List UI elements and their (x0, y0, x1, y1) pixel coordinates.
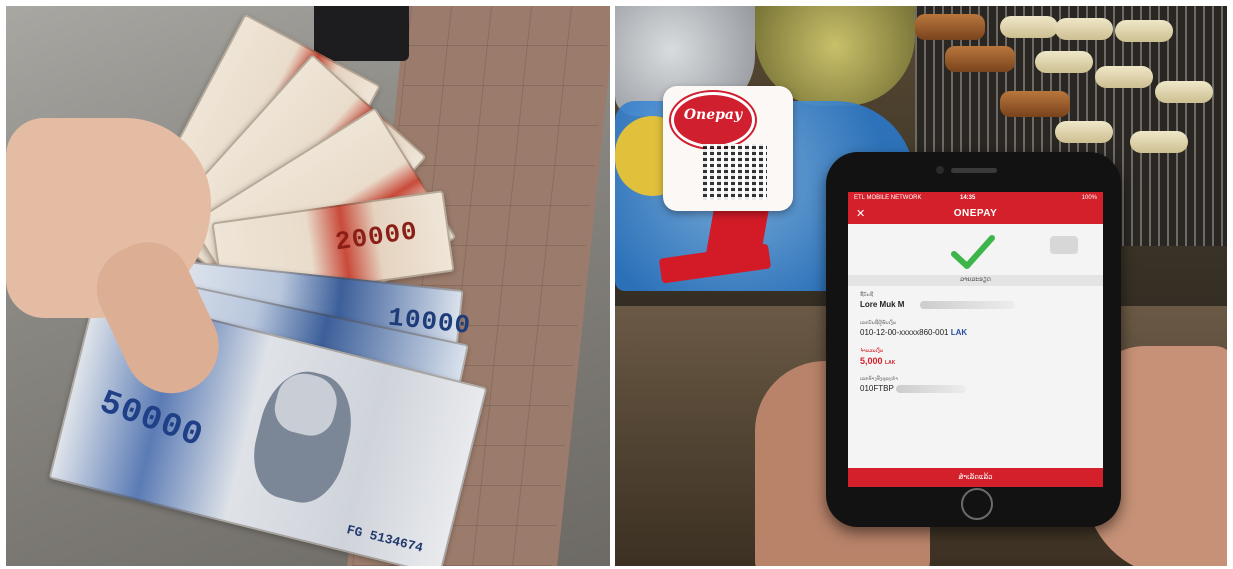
account-number-value: 010-12-00-xxxxx860-001 LAK (860, 328, 968, 337)
grilled-banana (1055, 18, 1113, 40)
carrier-label: ETL MOBILE NETWORK (854, 195, 922, 201)
grilled-banana (1035, 51, 1093, 73)
black-bag (314, 6, 409, 61)
redacted-blur (920, 301, 1015, 309)
grilled-banana (1130, 131, 1188, 153)
grilled-banana (1055, 121, 1113, 143)
redacted-blur (896, 385, 966, 393)
phone-screen: ETL MOBILE NETWORK 14:35 100% ✕ ONEPAY ລ… (848, 192, 1103, 487)
app-header: ✕ ONEPAY (848, 204, 1103, 224)
onepay-photo: Onepay ETL MOBILE NETWORK 14:35 100% ✕ O… (615, 6, 1227, 566)
grilled-meat (915, 14, 985, 40)
battery-level: 100% (1081, 195, 1097, 201)
clock: 14:35 (960, 195, 976, 201)
smartphone: ETL MOBILE NETWORK 14:35 100% ✕ ONEPAY ລ… (826, 152, 1121, 527)
onepay-logo: Onepay (671, 92, 755, 148)
grilled-banana (1000, 16, 1058, 38)
grilled-meat (945, 46, 1015, 72)
account-name-value: Lore Muk M (860, 300, 905, 309)
grilled-banana (1095, 66, 1153, 88)
amount-value: 5,000 LAK (860, 356, 896, 366)
app-title: ONEPAY (953, 208, 998, 219)
logo-text: Onepay (683, 107, 743, 123)
amount-label: ຈຳນວນເງິນ (860, 348, 884, 354)
banknotes-photo: 20000 20000 20000 20000 10000 10000 5000… (6, 6, 610, 566)
reference-label: ເລກອ້າງອີງທຸລະກຳ (860, 376, 899, 382)
home-button[interactable] (961, 488, 993, 520)
account-number-label: ເລກບັນຊີຜູ້ຮັບເງິນ (860, 320, 897, 326)
serial-number: FG 5134674 (345, 522, 425, 556)
account-name-label: ຊື່ບັນຊີ (860, 292, 874, 298)
share-button[interactable] (1050, 236, 1078, 254)
success-check-icon (951, 235, 995, 269)
grilled-banana (1155, 81, 1213, 103)
onepay-qr-stand: Onepay (663, 86, 793, 211)
qr-code-pattern (703, 144, 767, 200)
banknote-value: 50000 (94, 384, 208, 457)
grilled-meat (1000, 91, 1070, 117)
reference-value: 010FTBP (860, 384, 894, 393)
banknote-value: 20000 (333, 216, 420, 258)
status-bar: ETL MOBILE NETWORK 14:35 100% (848, 192, 1103, 204)
done-button[interactable]: ສຳເລັດແລ້ວ (848, 468, 1103, 487)
section-header: ລາຍລະອຽດ (848, 275, 1103, 286)
grilled-banana (1115, 20, 1173, 42)
front-camera-icon (936, 166, 944, 174)
earpiece (951, 168, 997, 173)
